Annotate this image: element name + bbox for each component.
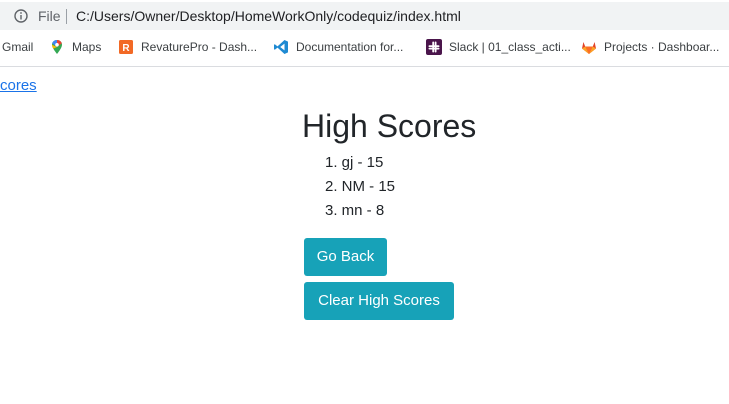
info-icon[interactable] <box>14 9 28 23</box>
bookmark-label: Documentation for... <box>296 40 404 54</box>
file-scheme-label: File <box>38 8 61 24</box>
bookmark-documentation[interactable]: Documentation for... <box>273 38 403 56</box>
bookmark-label: Gmail <box>2 40 34 54</box>
clear-high-scores-button[interactable]: Clear High Scores <box>304 282 454 320</box>
browser-chrome: File C:/Users/Owner/Desktop/HomeWorkOnly… <box>0 0 729 67</box>
revature-icon: R <box>119 40 133 54</box>
bookmark-label: RevaturePro - Dash... <box>141 40 258 54</box>
address-bar[interactable]: File C:/Users/Owner/Desktop/HomeWorkOnly… <box>0 2 729 30</box>
bookmark-label: Projects · Dashboar... <box>604 40 720 54</box>
bookmark-label: Maps <box>72 40 102 54</box>
maps-pin-icon <box>52 40 62 54</box>
slack-icon <box>426 39 442 55</box>
svg-text:R: R <box>122 43 130 54</box>
gitlab-icon <box>582 42 596 54</box>
bookmarks-bar: Gmail Maps R RevaturePro - Dash... Docum… <box>0 34 729 60</box>
vscode-icon <box>274 40 288 54</box>
bookmark-label: Slack | 01_class_acti... <box>449 40 571 54</box>
url-text[interactable]: C:/Users/Owner/Desktop/HomeWorkOnly/code… <box>76 8 461 24</box>
list-item: 2. NM - 15 <box>325 178 396 195</box>
bookmark-revaturepro[interactable]: R RevaturePro - Dash... <box>118 38 257 56</box>
go-back-button[interactable]: Go Back <box>304 238 387 276</box>
list-item: 1. gj - 15 <box>325 154 384 171</box>
list-item: 3. mn - 8 <box>325 202 385 219</box>
view-high-scores-link[interactable]: cores <box>0 77 37 95</box>
bookmark-gitlab-projects[interactable]: Projects · Dashboar... <box>581 38 719 56</box>
bookmark-gmail[interactable]: Gmail <box>2 38 33 56</box>
address-separator <box>66 9 67 24</box>
high-scores-list: 1. gj - 15 2. NM - 15 3. mn - 8 <box>325 151 395 223</box>
bookmark-slack[interactable]: Slack | 01_class_acti... <box>426 38 571 56</box>
page-title: High Scores <box>302 108 477 144</box>
bookmark-maps[interactable]: Maps <box>49 38 101 56</box>
